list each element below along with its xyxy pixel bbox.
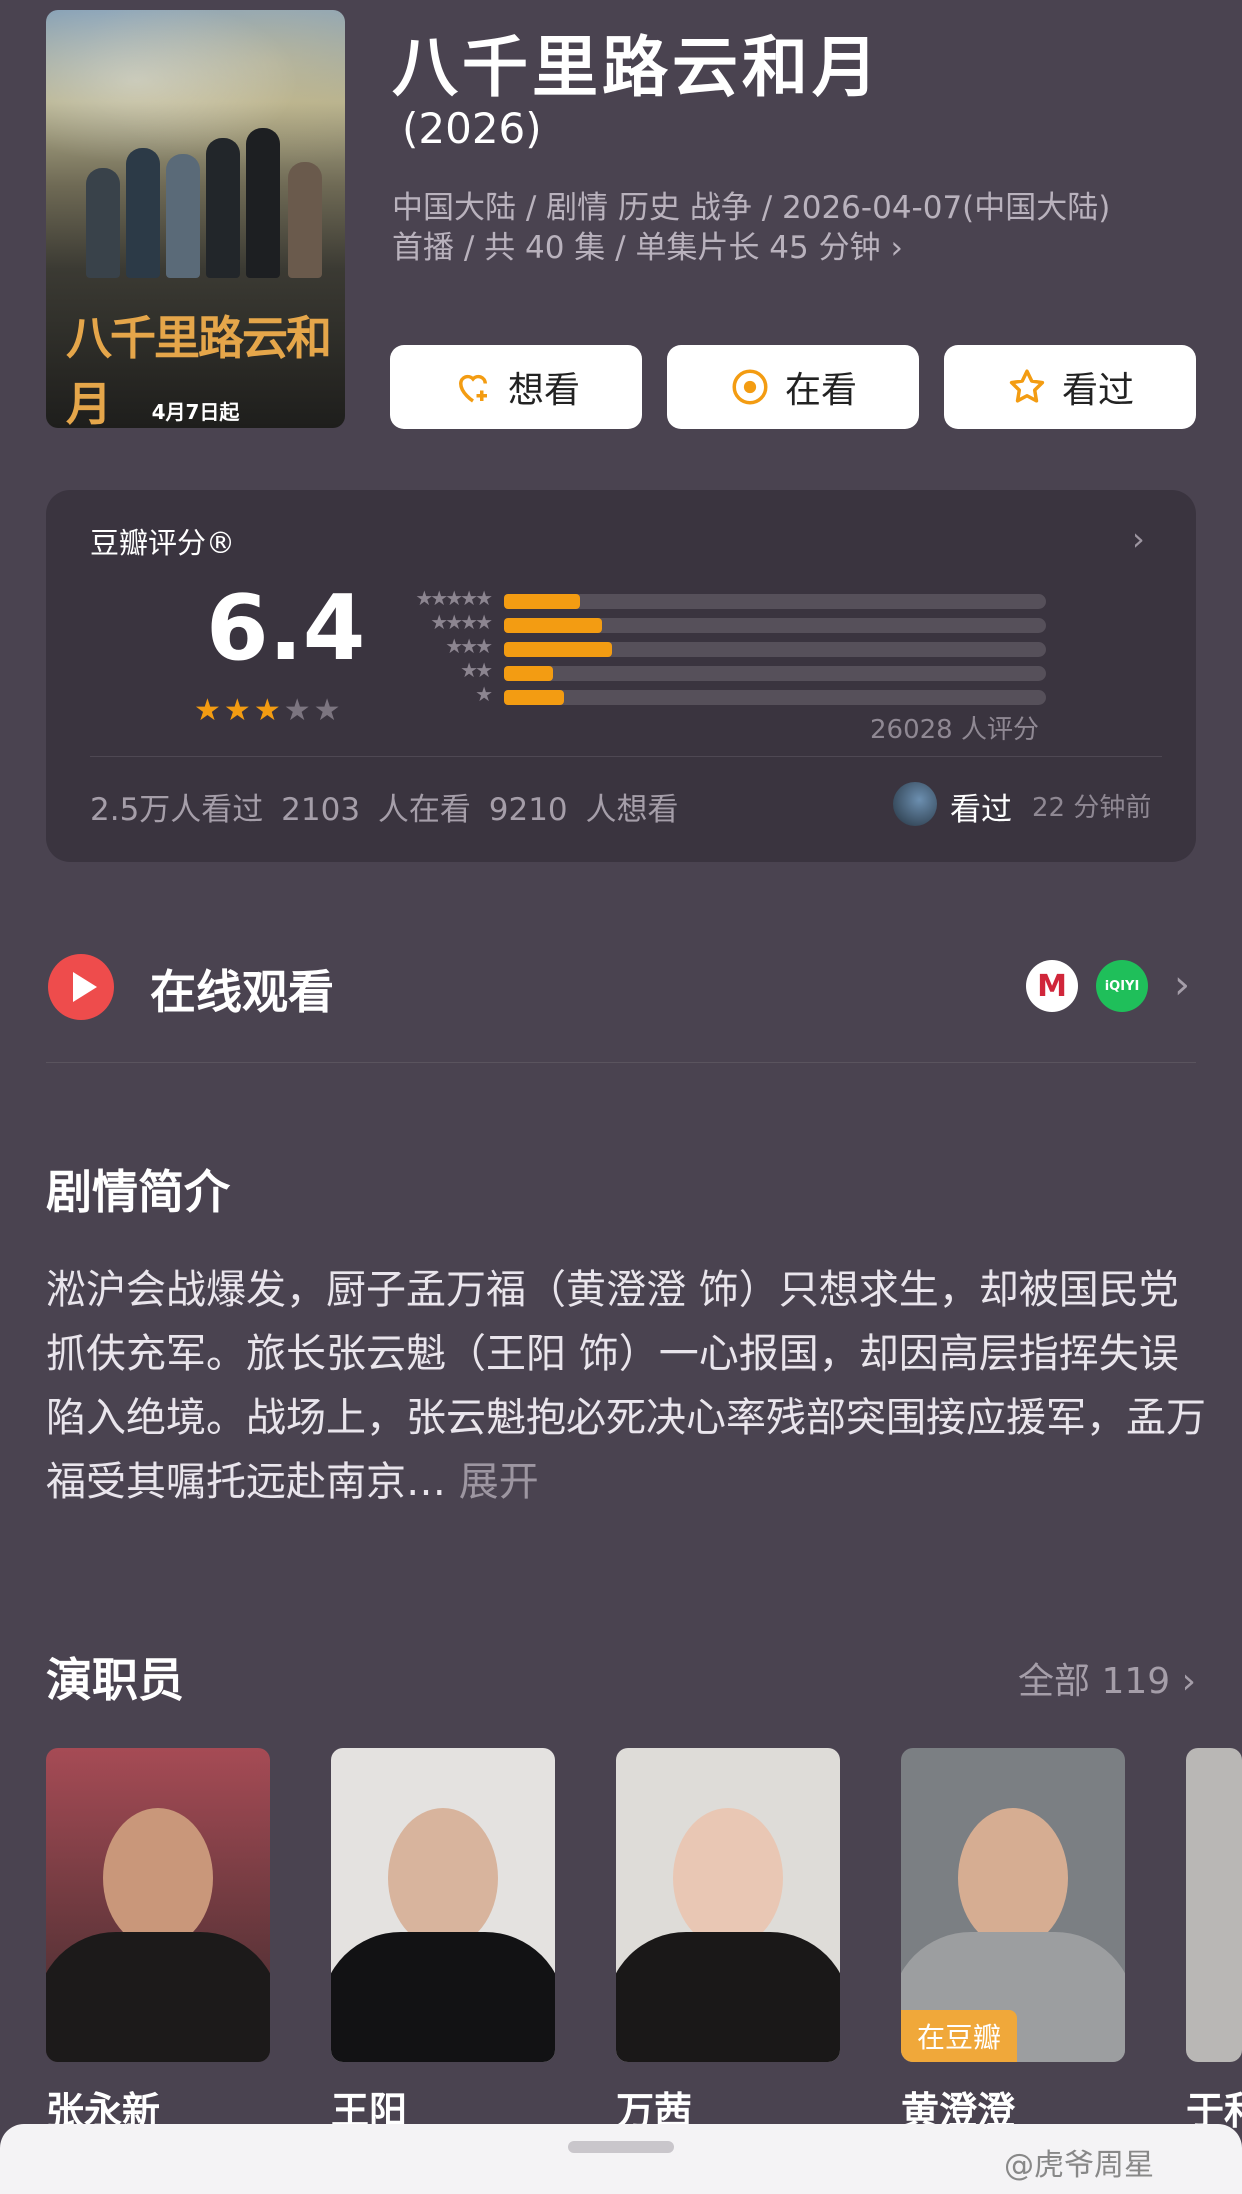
five-star-icons: ★★★★★ bbox=[415, 586, 493, 610]
cast-face bbox=[103, 1808, 213, 1948]
heart-plus-icon bbox=[458, 374, 487, 403]
star-icon bbox=[1009, 369, 1045, 403]
four-star-icons: ★★★★ bbox=[430, 610, 493, 634]
show-title: 八千里路云和月 bbox=[392, 29, 882, 106]
star-icon: ★ bbox=[194, 693, 224, 728]
show-year: (2026) bbox=[402, 104, 542, 153]
meta-line-2: 首播 / 共 40 集 / 单集片长 45 分钟 › bbox=[392, 230, 903, 266]
two-star-icons: ★★ bbox=[460, 658, 493, 682]
cast-face bbox=[673, 1808, 783, 1948]
iqiyi-icon[interactable]: iQIYI bbox=[1096, 960, 1148, 1012]
want-to-watch-label: 想看 bbox=[507, 370, 580, 411]
watched-button[interactable]: 看过 bbox=[944, 345, 1196, 429]
synopsis-title: 剧情简介 bbox=[46, 1165, 230, 1219]
histogram-track bbox=[504, 666, 1046, 681]
histogram-track bbox=[504, 690, 1046, 705]
cast-body bbox=[616, 1932, 840, 2062]
rating-label: 豆瓣评分® bbox=[90, 526, 236, 560]
chevron-right-icon[interactable]: › bbox=[1174, 962, 1190, 1008]
card-divider bbox=[90, 756, 1162, 757]
cast-photo[interactable] bbox=[616, 1748, 840, 2062]
histogram-track bbox=[504, 618, 1046, 633]
platform-m-icon[interactable]: M bbox=[1026, 960, 1078, 1012]
histogram-track bbox=[504, 642, 1046, 657]
three-star-icons: ★★★ bbox=[445, 634, 493, 658]
histogram-bar-5 bbox=[504, 594, 580, 609]
cast-body bbox=[331, 1932, 555, 2062]
section-divider bbox=[46, 1062, 1196, 1063]
vote-count: 26028 人评分 bbox=[870, 715, 1039, 745]
histogram-bar-1 bbox=[504, 690, 564, 705]
watched-label: 看过 bbox=[1061, 370, 1134, 411]
play-icon[interactable] bbox=[48, 954, 114, 1020]
star-icon: ★ bbox=[313, 693, 344, 728]
star-icon: ★ bbox=[283, 693, 314, 728]
avatar[interactable] bbox=[893, 782, 937, 826]
watching-button[interactable]: 在看 bbox=[667, 345, 919, 429]
show-meta[interactable]: 中国大陆 / 剧情 历史 战争 / 2026-04-07(中国大陆) 首播 / … bbox=[392, 188, 1192, 268]
cast-title: 演职员 bbox=[46, 1653, 184, 1707]
want-to-watch-button[interactable]: 想看 bbox=[390, 345, 642, 429]
poster-figure bbox=[86, 168, 120, 278]
target-icon bbox=[732, 369, 768, 405]
synopsis-text[interactable]: 淞沪会战爆发，厨子孟万福（黄澄澄 饰）只想求生，却被国民党抓伕充军。旅长张云魁（… bbox=[46, 1258, 1206, 1514]
online-watch-title[interactable]: 在线观看 bbox=[150, 956, 334, 1022]
cast-photo[interactable] bbox=[46, 1748, 270, 2062]
synopsis-body: 淞沪会战爆发，厨子孟万福（黄澄澄 饰）只想求生，却被国民党抓伕充军。旅长张云魁（… bbox=[46, 1267, 1206, 1505]
poster-figure bbox=[246, 128, 280, 278]
rating-stars: ★★★★★ bbox=[194, 693, 344, 728]
all-cast-link[interactable]: 全部 119 › bbox=[1018, 1652, 1196, 1704]
histogram-bar-4 bbox=[504, 618, 602, 633]
poster-figure bbox=[288, 162, 322, 278]
poster-date: 4月7日起 bbox=[151, 400, 240, 424]
histogram-bar-3 bbox=[504, 642, 612, 657]
poster-figure bbox=[126, 148, 160, 278]
star-icon: ★ bbox=[253, 693, 284, 728]
poster-image[interactable]: 八千里路云和月 4月7日起 bbox=[46, 10, 345, 428]
star-icon: ★ bbox=[223, 693, 254, 728]
watch-stats[interactable]: 2.5万人看过 2103 人在看 9210 人想看 bbox=[90, 784, 679, 829]
one-star-icon: ★ bbox=[475, 682, 493, 706]
cast-body bbox=[46, 1932, 270, 2062]
sheet-grip-handle[interactable] bbox=[568, 2141, 674, 2153]
poster-figure bbox=[166, 154, 200, 278]
cast-photo[interactable] bbox=[331, 1748, 555, 2062]
cast-face bbox=[388, 1808, 498, 1948]
douban-badge: 在豆瓣 bbox=[901, 2010, 1018, 2062]
cast-photo[interactable] bbox=[1186, 1748, 1242, 2062]
rating-score: 6.4 bbox=[206, 576, 366, 681]
activity-time: 22 分钟前 bbox=[1032, 793, 1152, 823]
chevron-right-icon[interactable]: › bbox=[1132, 520, 1145, 558]
poster-figure bbox=[206, 138, 240, 278]
histogram-row-1: ★ bbox=[384, 682, 1048, 710]
watching-label: 在看 bbox=[784, 370, 857, 411]
expand-link[interactable]: 展开 bbox=[446, 1459, 539, 1505]
watermark: @虎爷周星 bbox=[1004, 2148, 1154, 2183]
histogram-bar-2 bbox=[504, 666, 553, 681]
cast-photo[interactable]: 在豆瓣 bbox=[901, 1748, 1125, 2062]
activity-text[interactable]: 看过 bbox=[950, 784, 1012, 829]
meta-line-1: 中国大陆 / 剧情 历史 战争 / 2026-04-07(中国大陆) bbox=[392, 190, 1111, 226]
histogram-track bbox=[504, 594, 1046, 609]
cast-face bbox=[958, 1808, 1068, 1948]
